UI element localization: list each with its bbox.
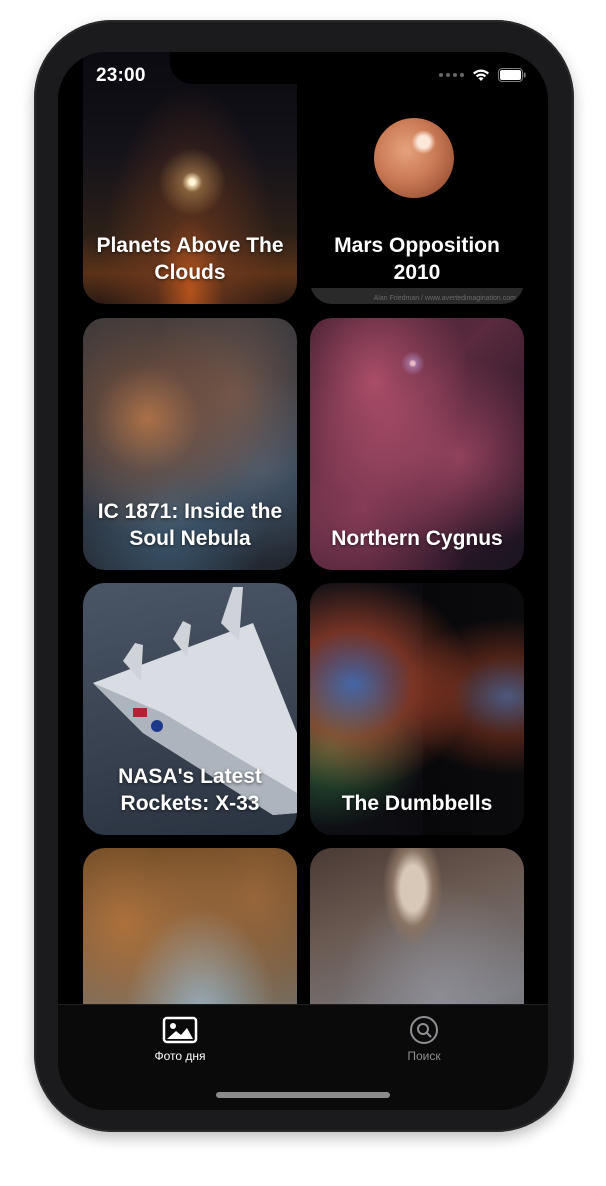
photo-card[interactable] (83, 848, 297, 1004)
status-time: 23:00 (96, 65, 146, 86)
photo-card[interactable]: Northern Cygnus (310, 318, 524, 570)
home-indicator[interactable] (216, 1092, 390, 1098)
card-title: The Dumbbells (341, 792, 493, 815)
tab-label: Фото дня (154, 1049, 206, 1063)
photo-card[interactable]: NASA's Latest Rockets: X-33 (83, 583, 297, 835)
photo-card[interactable]: IC 1871: Inside the Soul Nebula (83, 318, 297, 570)
card-title: Northern Cygnus (331, 527, 503, 550)
search-icon (410, 1016, 438, 1044)
app-screen: 23:00 Planets Above The Clouds Mars Oppo… (58, 52, 548, 1110)
tab-photo-of-the-day[interactable]: Фото дня (115, 1015, 245, 1063)
wifi-icon (473, 69, 489, 81)
card-title: Planets Above The Clouds (96, 234, 284, 284)
photo-grid[interactable]: Planets Above The Clouds Mars Opposition… (58, 52, 548, 1004)
card-title: NASA's Latest Rockets: X-33 (118, 765, 262, 815)
notch (170, 52, 436, 84)
photo-card[interactable]: The Dumbbells (310, 583, 524, 835)
card-title: Mars Opposition 2010 (334, 234, 500, 284)
mars-image (374, 118, 454, 198)
tab-label: Поиск (407, 1049, 441, 1063)
photo-card[interactable]: Planets Above The Clouds (83, 52, 297, 304)
tab-search[interactable]: Поиск (359, 1015, 489, 1063)
signal-icon (439, 73, 464, 77)
photo-card[interactable] (310, 848, 524, 1004)
photo-card[interactable]: Mars Opposition 2010 Alan Friedman / www… (310, 52, 524, 304)
image-credit: Alan Friedman / www.avertedimagination.c… (373, 295, 516, 302)
photo-icon (162, 1016, 198, 1044)
card-title: IC 1871: Inside the Soul Nebula (97, 500, 283, 550)
battery-icon (498, 68, 526, 82)
status-icons (439, 68, 526, 82)
